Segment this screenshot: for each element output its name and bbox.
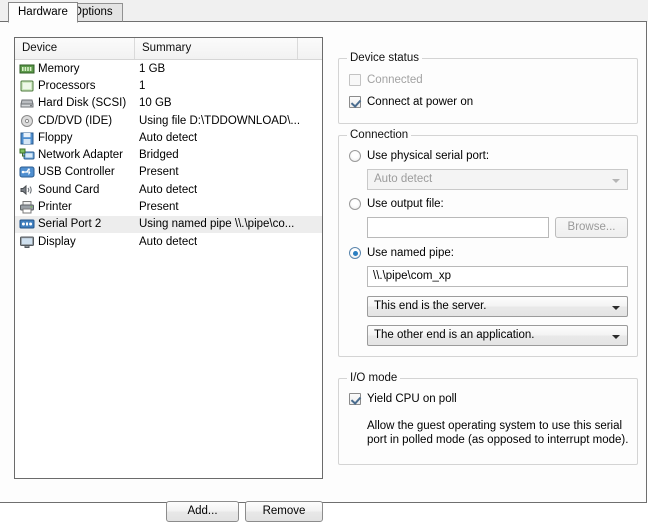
device-name: Memory: [38, 62, 80, 75]
use-named-pipe-row[interactable]: Use named pipe:: [349, 247, 454, 259]
floppy-icon: [19, 131, 35, 145]
connected-label: Connected: [367, 74, 423, 86]
yield-cpu-checkbox[interactable]: [349, 393, 361, 405]
io-mode-description: Allow the guest operating system to use …: [367, 420, 629, 446]
device-name: Display: [38, 235, 76, 248]
use-named-pipe-radio[interactable]: [349, 247, 361, 259]
device-summary: Auto detect: [139, 131, 198, 144]
printer-icon: [19, 200, 35, 214]
settings-panel: Device Summary Memory 1 GB Processors 1 Hard…: [0, 21, 647, 522]
device-summary: Bridged: [139, 149, 179, 162]
device-rows: Memory 1 GB Processors 1 Hard Disk (SCSI) 10 …: [15, 60, 322, 250]
column-header-spare[interactable]: [298, 38, 322, 59]
far-end-combo-value: The other end is an application.: [374, 329, 535, 341]
device-name: USB Controller: [38, 166, 115, 179]
yield-cpu-label: Yield CPU on poll: [367, 393, 457, 405]
device-row-memory[interactable]: Memory 1 GB: [15, 60, 322, 77]
device-summary: Present: [139, 166, 179, 179]
chevron-down-icon: [612, 335, 620, 339]
device-summary: 1 GB: [139, 62, 166, 75]
browse-button: Browse...: [555, 217, 628, 238]
network-adapter-icon: [19, 148, 35, 162]
use-physical-serial-port-label: Use physical serial port:: [367, 150, 490, 162]
usb-controller-icon: [19, 165, 35, 179]
connect-at-power-on-checkbox[interactable]: [349, 96, 361, 108]
named-pipe-input[interactable]: \\.\pipe\com_xp: [367, 266, 628, 287]
display-icon: [19, 235, 35, 249]
use-output-file-radio[interactable]: [349, 198, 361, 210]
memory-icon: [19, 62, 35, 76]
use-output-file-label: Use output file:: [367, 198, 444, 210]
add-button[interactable]: Add...: [166, 501, 239, 522]
device-name: Floppy: [38, 131, 73, 144]
connection-legend: Connection: [347, 129, 412, 141]
use-named-pipe-label: Use named pipe:: [367, 247, 454, 259]
device-name: CD/DVD (IDE): [38, 114, 113, 127]
hard-disk-icon: [19, 96, 35, 110]
chevron-down-icon: [612, 306, 620, 310]
device-row-sound-card[interactable]: Sound Card Auto detect: [15, 181, 322, 198]
io-mode-group: I/O mode Yield CPU on poll Allow the gue…: [338, 372, 638, 465]
device-name: Serial Port 2: [38, 218, 102, 231]
device-summary: 1: [139, 79, 146, 92]
device-status-legend: Device status: [347, 52, 423, 64]
device-name: Hard Disk (SCSI): [38, 97, 127, 110]
sound-card-icon: [19, 183, 35, 197]
use-physical-serial-port-row[interactable]: Use physical serial port:: [349, 150, 489, 162]
device-row-hard-disk-scsi[interactable]: Hard Disk (SCSI) 10 GB: [15, 95, 322, 112]
device-summary: Auto detect: [139, 235, 198, 248]
device-row-floppy[interactable]: Floppy Auto detect: [15, 129, 322, 146]
device-summary: Using file D:\TDDOWNLOAD\...: [139, 114, 301, 127]
use-physical-serial-port-radio[interactable]: [349, 150, 361, 162]
device-list[interactable]: Device Summary Memory 1 GB Processors 1 Hard…: [14, 37, 323, 479]
connected-checkbox-row: Connected: [349, 74, 423, 86]
remove-button[interactable]: Remove: [245, 501, 323, 522]
tab-strip: Hardware Options: [0, 0, 648, 23]
connected-checkbox: [349, 74, 361, 86]
device-row-processors[interactable]: Processors 1: [15, 77, 322, 94]
device-summary: Using named pipe \\.\pipe\co...: [139, 218, 295, 231]
device-row-usb-controller[interactable]: USB Controller Present: [15, 164, 322, 181]
physical-port-combo: Auto detect: [367, 169, 628, 190]
device-row-serial-port-2[interactable]: Serial Port 2 Using named pipe \\.\pipe\c…: [15, 215, 322, 233]
device-name: Processors: [38, 79, 96, 92]
tab-hardware[interactable]: Hardware: [8, 2, 78, 23]
device-summary: 10 GB: [139, 97, 172, 110]
cd-dvd-icon: [19, 114, 35, 128]
use-output-file-row[interactable]: Use output file:: [349, 198, 444, 210]
connect-at-power-on-row[interactable]: Connect at power on: [349, 96, 473, 108]
device-name: Sound Card: [38, 183, 100, 196]
device-status-group: Device status Connected Connect at power…: [338, 52, 638, 124]
io-mode-legend: I/O mode: [347, 372, 401, 384]
device-row-printer[interactable]: Printer Present: [15, 198, 322, 215]
far-end-combo[interactable]: The other end is an application.: [367, 325, 628, 346]
near-end-combo-value: This end is the server.: [374, 300, 487, 312]
output-file-input: [367, 217, 549, 238]
device-row-display[interactable]: Display Auto detect: [15, 233, 322, 250]
device-summary: Present: [139, 201, 179, 214]
connection-group: Connection Use physical serial port: Aut…: [338, 129, 638, 357]
processor-icon: [19, 79, 35, 93]
device-name: Network Adapter: [38, 149, 124, 162]
column-header-summary[interactable]: Summary: [135, 38, 298, 59]
serial-port-icon: [19, 217, 35, 231]
device-summary: Auto detect: [139, 183, 198, 196]
yield-cpu-row[interactable]: Yield CPU on poll: [349, 393, 457, 405]
device-row-cd-dvd-ide[interactable]: CD/DVD (IDE) Using file D:\TDDOWNLOAD\...: [15, 112, 322, 129]
device-list-header: Device Summary: [15, 38, 322, 60]
physical-port-combo-value: Auto detect: [374, 173, 433, 185]
chevron-down-icon: [612, 179, 620, 183]
connect-at-power-on-label: Connect at power on: [367, 96, 474, 108]
column-header-device[interactable]: Device: [15, 38, 135, 59]
device-row-network-adapter[interactable]: Network Adapter Bridged: [15, 146, 322, 163]
device-name: Printer: [38, 201, 72, 214]
near-end-combo[interactable]: This end is the server.: [367, 296, 628, 317]
